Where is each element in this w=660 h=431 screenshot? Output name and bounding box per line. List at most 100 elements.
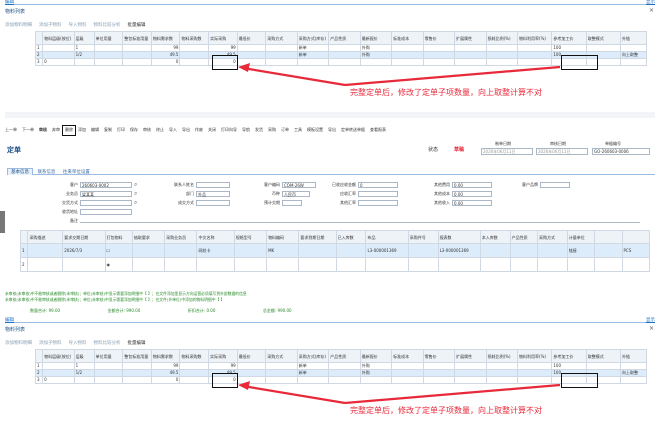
detail-cell[interactable] — [566, 257, 596, 272]
deliver-way-field[interactable]: 成交方式 — [178, 200, 230, 206]
detail-header-cell[interactable]: 规格型号 — [233, 230, 268, 244]
main-toolbar-item[interactable]: 弃审 — [52, 127, 60, 132]
tab-basic[interactable]: 基本信息 — [7, 168, 33, 175]
audit-date-field[interactable]: 2026年06月11日 — [536, 148, 588, 155]
extra-rate-field[interactable]: 其他汇率 — [340, 200, 398, 206]
detail-cell[interactable] — [164, 257, 198, 272]
brand-field[interactable]: 客户品牌 — [522, 182, 570, 188]
main-toolbar-item[interactable]: 打印向导 — [221, 127, 237, 132]
contact-field[interactable]: 联系人姓名 — [174, 182, 230, 188]
detail-cell[interactable] — [479, 257, 511, 272]
detail-cell[interactable] — [27, 243, 64, 258]
detail-header-cell[interactable]: 物料编码 — [266, 230, 300, 244]
ship-method-field[interactable]: 交货方式 — [62, 200, 132, 206]
detail-cell[interactable] — [298, 257, 337, 272]
customer-field[interactable]: 客户 260603-0002 — [70, 182, 132, 188]
detail-cell[interactable] — [27, 257, 64, 272]
main-toolbar-item[interactable]: 查看报表 — [370, 127, 386, 132]
main-toolbar-item[interactable]: 导入 — [169, 127, 177, 132]
currency-field[interactable]: 客户编码 COM-26W — [264, 182, 316, 188]
detail-cell[interactable] — [131, 257, 166, 272]
tab-partner[interactable]: 往来单位设置 — [60, 169, 93, 175]
customer-search-icon[interactable]: ⌕ — [134, 181, 137, 189]
main-toolbar-item[interactable]: 工具 — [294, 127, 302, 132]
main-toolbar-item[interactable]: 关闭 — [208, 127, 216, 132]
detail-cell[interactable] — [509, 257, 538, 272]
detail-cell[interactable]: L3-000001369 — [365, 243, 409, 258]
detail-cell[interactable]: 链接 — [566, 243, 596, 258]
main-toolbar-item[interactable]: 打印 — [117, 127, 125, 132]
detail-cell[interactable] — [594, 243, 623, 258]
detail-cell[interactable] — [335, 257, 367, 272]
detail-cell[interactable] — [365, 257, 409, 272]
order-no-field[interactable]: GO-260603-0006 — [592, 148, 650, 155]
main-toolbar-item[interactable]: 添加 — [78, 127, 86, 132]
main-toolbar-item[interactable]: 终止 — [156, 127, 164, 132]
detail-cell[interactable] — [266, 257, 300, 272]
detail-cell[interactable] — [233, 257, 268, 272]
detail-header-cell[interactable]: 采购描述 — [27, 230, 64, 244]
detail-header-cell[interactable]: 采购业务员 — [164, 230, 198, 244]
main-toolbar-item[interactable]: 保存 — [130, 127, 138, 132]
detail-cell[interactable]: 1 — [19, 243, 29, 258]
detail-header-cell[interactable]: 计量单位 — [566, 230, 596, 244]
receivable-field[interactable]: 应收汇率 — [340, 191, 398, 197]
main-toolbar-item[interactable]: 审核 — [143, 127, 151, 132]
paid-field[interactable]: 已收应收金额 0 — [332, 182, 398, 188]
other-fee-field[interactable]: 其他费用 0.00 — [434, 182, 492, 188]
detail-header-cell[interactable]: 报表数 — [437, 230, 481, 244]
detail-cell[interactable]: MK — [266, 243, 300, 258]
detail-cell[interactable]: ☐ — [104, 243, 133, 258]
detail-cell[interactable] — [536, 257, 568, 272]
detail-cell[interactable]: PCS — [621, 243, 650, 258]
tax-field[interactable]: 币种 人民币 — [272, 191, 310, 197]
detail-cell[interactable] — [536, 243, 568, 258]
main-toolbar-item[interactable]: 定单转送单据 — [341, 127, 365, 132]
detail-header-cell[interactable]: 要求到期日期 — [298, 230, 337, 244]
main-toolbar-item[interactable]: 导航 — [242, 127, 250, 132]
detail-cell[interactable] — [233, 243, 268, 258]
main-toolbar-item[interactable]: 发货 — [255, 127, 263, 132]
salesperson-search-icon[interactable]: ⌕ — [134, 190, 137, 198]
detail-row[interactable]: 1 2026/7/3 ☐ 网纹卡 MK L3-000001369 L3-000001369 链… — [19, 243, 650, 258]
detail-cell[interactable] — [196, 257, 235, 272]
detail-cell[interactable]: 2026/7/3 — [62, 243, 106, 258]
detail-cell[interactable] — [479, 243, 511, 258]
create-date-field[interactable]: 2026年06月11日 — [481, 148, 533, 155]
delivery-field[interactable]: 预计交期 — [264, 200, 302, 206]
detail-header-cell[interactable]: 要求交期日期 — [62, 230, 106, 244]
other-cost-field[interactable]: 其他成本 0.00 — [434, 191, 492, 197]
main-toolbar-item[interactable]: 采购 — [268, 127, 276, 132]
detail-cell[interactable] — [407, 257, 439, 272]
detail-cell[interactable]: 2 — [19, 257, 29, 272]
remark-field[interactable]: 备注 — [70, 218, 640, 223]
detail-cell[interactable] — [407, 243, 439, 258]
main-toolbar-item[interactable]: 上一单 — [5, 127, 17, 132]
main-toolbar-item[interactable]: 审核 — [39, 127, 47, 132]
side-collapse-handle[interactable] — [0, 211, 5, 233]
ship-method-search-icon[interactable]: ⌕ — [134, 199, 137, 207]
main-toolbar-item[interactable]: 导出 — [328, 127, 336, 132]
detail-cell[interactable] — [509, 243, 538, 258]
main-toolbar-item[interactable]: 编辑 — [91, 127, 99, 132]
detail-cell[interactable] — [594, 257, 623, 272]
receive-addr-field[interactable]: 收货地址 — [62, 209, 132, 215]
salesperson-field[interactable]: 业务员 梁某某 — [66, 191, 132, 197]
detail-header-cell[interactable]: 采购件号 — [407, 230, 439, 244]
detail-row[interactable]: 2 ◉ — [19, 257, 650, 272]
main-toolbar-item[interactable]: 导出 — [182, 127, 190, 132]
main-toolbar-item[interactable]: 下一单 — [22, 127, 34, 132]
main-toolbar-item[interactable]: 作废 — [195, 127, 203, 132]
detail-header-cell[interactable]: 布品 — [365, 230, 409, 244]
detail-cell[interactable] — [131, 243, 166, 258]
main-toolbar-item[interactable]: 模板设置 — [307, 127, 323, 132]
detail-header-cell[interactable]: 抽取要求 — [131, 230, 166, 244]
detail-cell[interactable] — [298, 243, 337, 258]
detail-header-cell[interactable] — [19, 230, 29, 244]
dept-field[interactable]: 部门 外品 — [186, 191, 230, 197]
detail-header-cell[interactable]: 已入库数 — [335, 230, 367, 244]
main-toolbar-item[interactable]: 订单 — [281, 127, 289, 132]
main-toolbar-item[interactable]: 复制 — [104, 127, 112, 132]
detail-cell[interactable]: 网纹卡 — [196, 243, 235, 258]
detail-cell[interactable]: L3-000001369 — [437, 243, 481, 258]
